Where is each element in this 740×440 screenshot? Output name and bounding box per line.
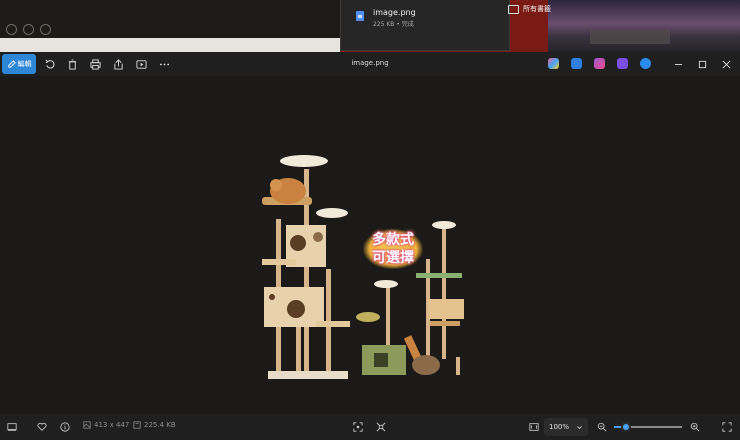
filmstrip-icon[interactable]: [5, 420, 19, 434]
fullscreen-icon[interactable]: [720, 420, 734, 434]
image-canvas[interactable]: 多款式 可選擇: [0, 76, 740, 414]
designer-app-icon[interactable]: [617, 58, 628, 69]
zoom-slider-thumb[interactable]: [621, 422, 632, 432]
close-button[interactable]: [717, 55, 735, 73]
background-social-icons: [6, 24, 51, 35]
slideshow-icon[interactable]: [132, 55, 150, 73]
copilot-app-icon[interactable]: [548, 58, 559, 69]
background-wallpaper: [548, 0, 740, 52]
actual-size-icon[interactable]: [527, 420, 541, 434]
promo-badge: 多款式 可選擇: [363, 229, 423, 269]
download-meta: 225 KB • 完成: [373, 21, 414, 28]
storage-icon: [133, 421, 141, 429]
image-dimensions-value: 413 x 447: [94, 421, 130, 429]
background-building: [590, 30, 670, 44]
zoom-dropdown[interactable]: 100%: [544, 418, 588, 436]
edit-icon: [7, 59, 16, 68]
download-file-name[interactable]: image.png: [373, 8, 416, 17]
zoom-in-icon[interactable]: [688, 420, 702, 434]
viewer-toolbar: 編輯 image.png: [0, 52, 740, 76]
onedrive-app-icon[interactable]: [640, 58, 651, 69]
file-icon: [356, 11, 364, 21]
promo-line-1: 多款式: [372, 232, 414, 248]
clipchamp-app-icon[interactable]: [594, 58, 605, 69]
chevron-down-icon: [577, 425, 582, 429]
image-dimensions: 413 x 447: [83, 421, 129, 429]
more-icon[interactable]: [155, 55, 173, 73]
edit-button[interactable]: 編輯: [2, 54, 36, 74]
edit-button-label: 編輯: [17, 60, 32, 68]
promo-line-2: 可選擇: [372, 250, 414, 266]
zoom-slider[interactable]: [614, 422, 682, 432]
zoom-value: 100%: [549, 423, 570, 431]
fit-view-icon[interactable]: [374, 420, 388, 434]
rotate-icon[interactable]: [41, 55, 59, 73]
folder-icon: [508, 4, 519, 14]
photo-viewer-window: 編輯 image.png 多款式 可選擇 413 x 447 225.4 KB …: [0, 52, 740, 440]
favorite-icon[interactable]: [35, 420, 49, 434]
zoom-out-icon[interactable]: [595, 420, 609, 434]
delete-icon[interactable]: [63, 55, 81, 73]
viewer-statusbar: 413 x 447 225.4 KB 100%: [0, 414, 740, 440]
minimize-button[interactable]: [669, 55, 687, 73]
bookmarks-folder-label: 所有書籤: [523, 5, 551, 13]
info-icon[interactable]: [58, 420, 72, 434]
dimensions-icon: [83, 421, 91, 429]
file-size-value: 225.4 KB: [144, 421, 176, 429]
photo-editor-app-icon[interactable]: [571, 58, 582, 69]
maximize-button[interactable]: [693, 55, 711, 73]
crop-view-icon[interactable]: [351, 420, 365, 434]
bookmarks-folder[interactable]: 所有書籤: [508, 4, 551, 14]
share-icon[interactable]: [109, 55, 127, 73]
download-popup[interactable]: image.png 225 KB • 完成: [340, 0, 510, 51]
file-size: 225.4 KB: [133, 421, 176, 429]
cat-tree-photo: [262, 155, 464, 379]
print-icon[interactable]: [86, 55, 104, 73]
